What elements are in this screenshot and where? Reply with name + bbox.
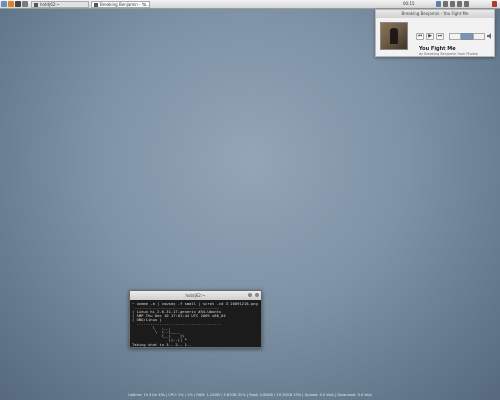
previous-icon: ⏮ [417,33,423,39]
music-icon [94,3,98,7]
task-label: Breaking Benjamin - Yo... [100,2,150,7]
terminal-title: hotdj62:~ [185,293,206,298]
task-music-player[interactable]: Breaking Benjamin - Yo... [91,1,150,8]
play-button[interactable]: ▶ [426,33,434,40]
battery-icon[interactable] [457,1,462,7]
window-title: Breaking Benjamin - You Fight Me [376,10,494,18]
album-art [380,22,408,50]
next-button[interactable]: ⏭ [436,33,444,40]
network-icon[interactable] [443,1,448,7]
top-panel: hotdj62:~ Breaking Benjamin - Yo... 00:1… [0,0,500,9]
mail-icon[interactable] [464,1,469,7]
volume-icon[interactable] [450,1,455,7]
terminal-titlebar[interactable]: hotdj62:~ [130,291,261,300]
next-icon: ⏭ [437,33,443,39]
close-button[interactable] [255,293,259,297]
minimize-button[interactable] [248,293,252,297]
speaker-glyph [487,33,491,39]
previous-button[interactable]: ⏮ [416,33,424,40]
play-icon: ▶ [428,33,432,39]
mode-segment-2[interactable] [461,33,473,40]
home-icon[interactable] [1,1,7,7]
mode-segment-3[interactable] [473,33,485,40]
files-icon[interactable] [22,1,28,7]
power-icon[interactable] [492,1,497,7]
album-figure [390,28,398,44]
music-player-window: Breaking Benjamin - You Fight Me ⏮ ▶ ⏭ Y… [375,9,495,57]
mode-segment-1[interactable] [449,33,461,40]
song-artist: by Breaking Benjamin from Phobia [419,52,478,56]
terminal-line: Taking shot in 3.. 2.. 1.. [132,342,192,347]
terminal-window[interactable]: hotdj62:~ ~ uname -a | cowsay -f small |… [129,290,262,348]
terminal-icon[interactable] [15,1,21,7]
task-terminal[interactable]: hotdj62:~ [31,1,89,8]
browser-icon[interactable] [8,1,14,7]
system-status-bar: Uptime: 1h 51m 43s | CPU: 1% / 1% | RAM:… [128,393,372,397]
terminal-icon [34,3,38,7]
task-label: hotdj62:~ [40,2,60,7]
music-icon[interactable] [436,1,441,7]
clock[interactable]: 00:15 [403,1,415,7]
speaker-icon[interactable] [486,33,494,40]
